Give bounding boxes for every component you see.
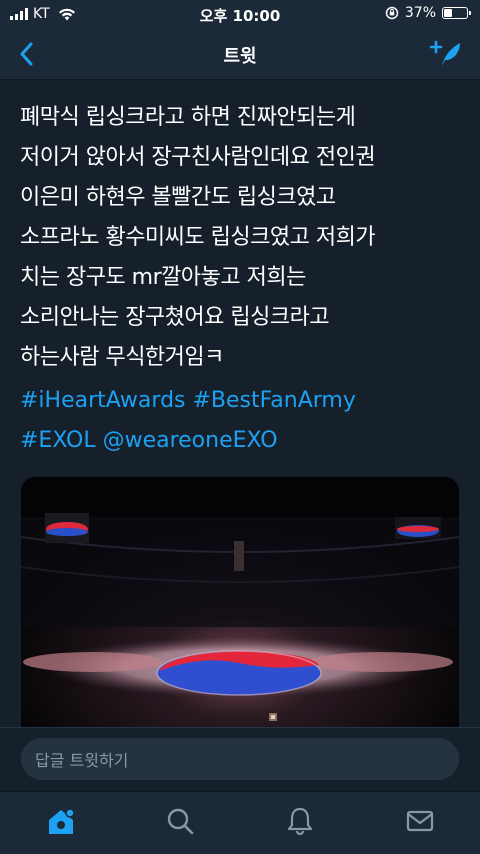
tweet-text-line: 폐막식 립싱크라고 하면 진짜안되는게	[20, 105, 356, 130]
compose-tweet-icon[interactable]	[430, 38, 464, 70]
tweet-text-line: 저이거 앉아서 장구친사람인데요 전인권	[20, 145, 376, 170]
battery-level	[444, 9, 452, 17]
hashtag-link[interactable]: #BestFanArmy	[193, 388, 356, 413]
mention-link[interactable]: @weareoneEXO	[103, 428, 278, 453]
search-icon[interactable]	[165, 806, 195, 836]
chevron-left-icon[interactable]	[14, 40, 40, 68]
hashtags: #iHeartAwards #BestFanArmy #EXOL @weareo…	[20, 381, 466, 461]
hashtag-row: #iHeartAwards #BestFanArmy	[20, 381, 466, 421]
tweet-media-image[interactable]	[21, 477, 459, 737]
status-bar: KT 오후 10:00 37%	[0, 0, 480, 28]
tweet-text-line: 치는 장구도 mr깔아놓고 저희는	[20, 265, 306, 290]
status-right: 37%	[385, 5, 471, 21]
orientation-lock-icon	[385, 6, 399, 20]
tweet-text-line: 하는사람 무식한거임ㅋ	[20, 345, 224, 370]
navigation-header: 트윗	[0, 28, 480, 80]
home-icon[interactable]	[46, 806, 76, 836]
hashtag-row: #EXOL @weareoneEXO	[20, 421, 466, 461]
tweet-text-line: 이은미 하현우 볼빨간도 립싱크였고	[20, 185, 336, 210]
hashtag-link[interactable]: #EXOL	[20, 428, 96, 453]
battery-percent: 37%	[404, 5, 436, 21]
messages-envelope-icon[interactable]	[405, 806, 435, 836]
tweet-text: 폐막식 립싱크라고 하면 진짜안되는게 저이거 앉아서 장구친사람인데요 전인권…	[20, 98, 466, 378]
tab-bar	[0, 791, 480, 854]
tweet-text-line: 소리안나는 장구쳤어요 립싱크라고	[20, 305, 330, 330]
stadium-photo	[21, 477, 459, 737]
reply-input[interactable]: 답글 트윗하기	[21, 738, 459, 780]
battery-icon	[442, 7, 471, 19]
notifications-bell-icon[interactable]	[285, 806, 315, 836]
tweet-text-line: 소프라노 황수미씨도 립싱크였고 저희가	[20, 225, 376, 250]
hashtag-link[interactable]: #iHeartAwards	[20, 388, 186, 413]
reply-area: 답글 트윗하기	[0, 727, 480, 791]
page-title: 트윗	[223, 46, 257, 67]
